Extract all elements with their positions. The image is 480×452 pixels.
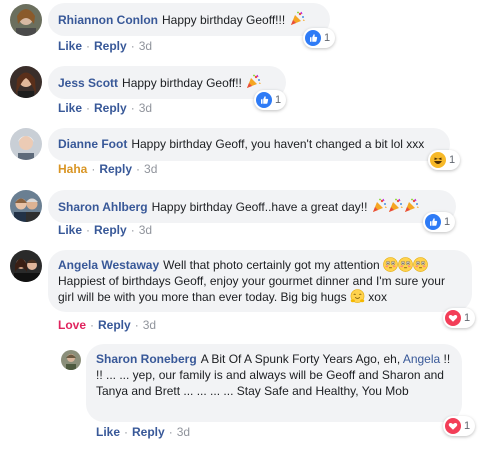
reaction-count: 1 [464, 312, 471, 324]
avatar[interactable] [10, 4, 42, 36]
comment-author[interactable]: Angela Westaway [58, 258, 159, 272]
comment: Angela Westaway Well that photo certainly… [0, 246, 480, 336]
timestamp[interactable]: 3d [177, 425, 190, 439]
comment-author[interactable]: Rhiannon Conlon [58, 13, 158, 27]
mention-link[interactable]: Angela [403, 352, 440, 366]
party-popper-icon [289, 11, 305, 27]
reaction-summary[interactable]: 1 [303, 28, 336, 48]
reaction-summary[interactable]: 1 [428, 150, 461, 170]
timestamp[interactable]: 3d [139, 39, 152, 53]
timestamp[interactable]: 3d [139, 101, 152, 115]
flushed-face-icon [383, 257, 398, 272]
comment: Jess Scott Happy birthday Geoff!! 1 Like ·… [0, 62, 480, 124]
comment: Dianne Foot Happy birthday Geoff, you hav… [0, 124, 480, 186]
comment-text: Well that photo certainly got my attenti… [163, 258, 380, 272]
comment-bubble: Jess Scott Happy birthday Geoff!! [48, 66, 286, 99]
love-reaction-icon [445, 418, 461, 434]
comment-text: A Bit Of A Spunk Forty Years Ago, eh, [200, 352, 401, 366]
comment-actions: Like · Reply · 3d [58, 39, 153, 53]
like-button[interactable]: Like [58, 101, 82, 115]
reply-button[interactable]: Reply [99, 162, 132, 176]
comment-actions: Like · Reply · 3d [58, 223, 153, 237]
comment-text: Happy birthday Geoff..have a great day!! [151, 200, 368, 214]
reply-button[interactable]: Reply [132, 425, 165, 439]
party-popper-icon [245, 74, 261, 90]
timestamp[interactable]: 3d [139, 223, 152, 237]
party-popper-icon [387, 198, 403, 214]
reaction-count: 1 [444, 216, 451, 228]
like-reaction-icon [256, 92, 272, 108]
comment: Rhiannon Conlon Happy birthday Geoff!!! 1… [0, 0, 480, 62]
party-popper-icon [371, 198, 387, 214]
comment-actions: Haha · Reply · 3d [58, 162, 158, 176]
reply-button[interactable]: Reply [98, 318, 131, 332]
comment-actions: Like · Reply · 3d [58, 101, 153, 115]
comment-text-signoff: xox [368, 290, 387, 304]
comment-text: Happy birthday Geoff!! [122, 76, 242, 90]
haha-reaction-icon [430, 152, 446, 168]
reaction-summary[interactable]: 1 [443, 308, 476, 328]
avatar[interactable] [10, 128, 42, 160]
haha-button[interactable]: Haha [58, 162, 87, 176]
comment-bubble: Angela Westaway Well that photo certainly… [48, 250, 472, 312]
like-reaction-icon [425, 214, 441, 230]
comment-actions: Love · Reply · 3d [58, 318, 157, 332]
comment-bubble: Sharon Roneberg A Bit Of A Spunk Forty Ye… [86, 344, 462, 422]
love-button[interactable]: Love [58, 318, 86, 332]
reaction-count: 1 [324, 32, 331, 44]
avatar[interactable] [10, 190, 42, 222]
comment-bubble: Dianne Foot Happy birthday Geoff, you hav… [48, 128, 450, 161]
reaction-count: 1 [275, 94, 282, 106]
reply-button[interactable]: Reply [94, 101, 127, 115]
party-popper-icon [403, 198, 419, 214]
timestamp[interactable]: 3d [143, 318, 156, 332]
comment-text: Happy birthday Geoff!!! [161, 13, 286, 27]
reply-button[interactable]: Reply [94, 223, 127, 237]
comment: Sharon Ahlberg Happy birthday Geoff..have… [0, 186, 480, 246]
reaction-summary[interactable]: 1 [443, 416, 476, 436]
timestamp[interactable]: 3d [144, 162, 157, 176]
comment-text: Happy birthday Geoff, you haven't change… [131, 137, 425, 151]
reaction-count: 1 [464, 420, 471, 432]
comment-author[interactable]: Dianne Foot [58, 137, 127, 151]
like-reaction-icon [305, 30, 321, 46]
reaction-summary[interactable]: 1 [423, 212, 456, 232]
like-button[interactable]: Like [96, 425, 120, 439]
comment-bubble: Sharon Ahlberg Happy birthday Geoff..have… [48, 190, 456, 223]
comment-author[interactable]: Sharon Roneberg [96, 352, 197, 366]
like-button[interactable]: Like [58, 223, 82, 237]
flushed-face-icon [413, 257, 428, 272]
comment-actions: Like · Reply · 3d [96, 425, 191, 439]
reply-comment: Sharon Roneberg A Bit Of A Spunk Forty Ye… [0, 338, 480, 452]
avatar[interactable] [61, 350, 81, 370]
love-reaction-icon [445, 310, 461, 326]
like-button[interactable]: Like [58, 39, 82, 53]
comment-bubble: Rhiannon Conlon Happy birthday Geoff!!! [48, 3, 330, 36]
flushed-face-icon [398, 257, 413, 272]
reaction-summary[interactable]: 1 [254, 90, 287, 110]
hugging-face-icon [350, 289, 365, 304]
avatar[interactable] [10, 66, 42, 98]
reaction-count: 1 [449, 154, 456, 166]
reply-button[interactable]: Reply [94, 39, 127, 53]
comment-author[interactable]: Jess Scott [58, 76, 118, 90]
avatar[interactable] [10, 250, 42, 282]
comment-author[interactable]: Sharon Ahlberg [58, 200, 148, 214]
